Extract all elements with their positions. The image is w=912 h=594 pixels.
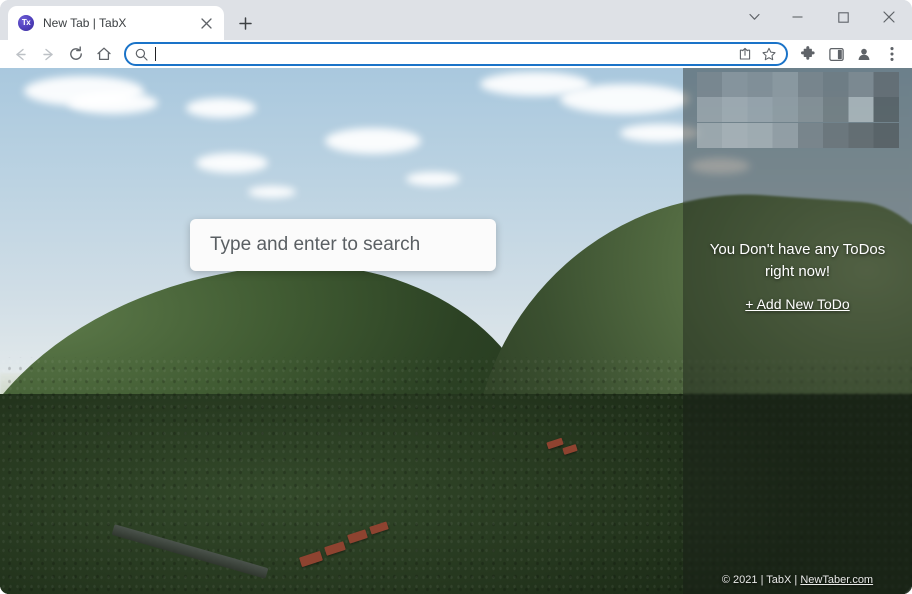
- redacted-widget: [697, 72, 899, 148]
- minimize-button[interactable]: [774, 0, 820, 34]
- cloud: [186, 98, 256, 118]
- address-bar-input[interactable]: [156, 45, 732, 63]
- todo-empty-message: You Don't have any ToDos right now!: [683, 239, 912, 283]
- close-icon[interactable]: [196, 13, 216, 33]
- todo-empty-line-2: right now!: [764, 263, 831, 280]
- extensions-icon[interactable]: [794, 40, 822, 68]
- page-search-box[interactable]: [190, 219, 496, 271]
- sidebar-footer: © 2021 | TabX | NewTaber.com: [683, 574, 912, 586]
- search-icon: [135, 48, 148, 61]
- star-icon[interactable]: [758, 43, 780, 65]
- tab-search-button[interactable]: [734, 0, 774, 34]
- todo-sidebar: You Don't have any ToDos right now! + Ad…: [683, 68, 912, 594]
- tab-new-tab-tabx[interactable]: Tx New Tab | TabX: [8, 6, 224, 40]
- share-icon[interactable]: [734, 43, 756, 65]
- omnibox-actions: [732, 43, 780, 65]
- home-icon[interactable]: [90, 40, 118, 68]
- cloud: [68, 92, 158, 114]
- cloud: [196, 153, 268, 173]
- reload-icon[interactable]: [62, 40, 90, 68]
- tab-strip: Tx New Tab | TabX: [0, 0, 912, 40]
- new-tab-button[interactable]: [232, 10, 258, 36]
- close-window-button[interactable]: [866, 0, 912, 34]
- profile-icon[interactable]: [850, 40, 878, 68]
- address-bar[interactable]: [124, 42, 788, 66]
- forward-icon[interactable]: [34, 40, 62, 68]
- side-panel-icon[interactable]: [822, 40, 850, 68]
- browser-window: Tx New Tab | TabX Type and enter to sear…: [0, 0, 912, 594]
- browser-menu-icon[interactable]: [878, 40, 906, 68]
- new-tab-page: You Don't have any ToDos right now! + Ad…: [0, 68, 912, 594]
- add-new-todo-link[interactable]: + Add New ToDo: [745, 296, 849, 312]
- footer-copyright: © 2021 | TabX |: [721, 574, 801, 586]
- tabx-favicon: Tx: [18, 15, 34, 31]
- cloud: [480, 72, 590, 96]
- back-icon[interactable]: [6, 40, 34, 68]
- add-todo-container: + Add New ToDo: [683, 296, 912, 314]
- favicon-label: Tx: [21, 18, 31, 27]
- todo-empty-line-1: You Don't have any ToDos: [709, 241, 886, 258]
- browser-toolbar: [0, 40, 912, 68]
- newtaber-link[interactable]: NewTaber.com: [800, 574, 873, 586]
- cloud: [406, 172, 460, 186]
- cloud: [248, 186, 296, 198]
- toolbar-right-actions: [794, 40, 906, 68]
- page-search-input[interactable]: [210, 234, 476, 256]
- cloud: [325, 128, 421, 154]
- tab-title: New Tab | TabX: [43, 16, 127, 30]
- maximize-button[interactable]: [820, 0, 866, 34]
- window-controls: [734, 0, 912, 34]
